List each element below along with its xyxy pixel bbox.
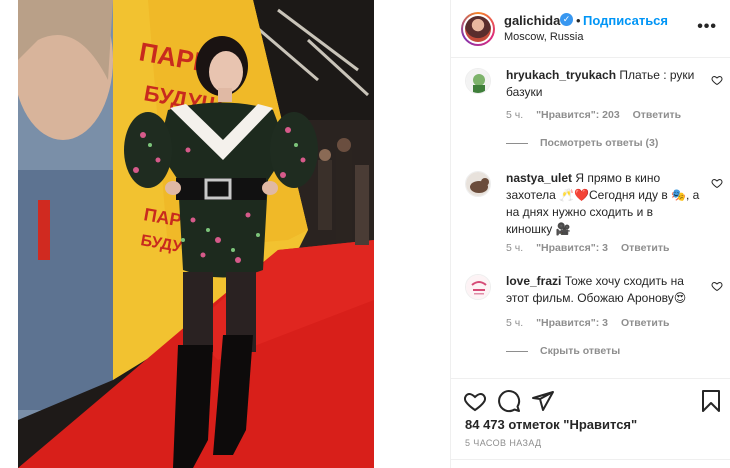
post-time[interactable]: 5 ЧАСОВ НАЗАД [465, 438, 542, 448]
comment-text: hryukach_tryukach Платье : руки базуки [506, 67, 701, 101]
comment-time: 5 ч. [506, 242, 524, 254]
separator-dot: • [576, 13, 581, 28]
comment-text: nastya_ulet Я прямо в кино захотела 🥂❤️С… [506, 170, 701, 238]
comment-username[interactable]: love_frazi [506, 274, 561, 288]
comment-like-heart-icon[interactable] [711, 74, 723, 86]
more-options-icon[interactable]: ••• [697, 18, 717, 36]
comment-avatar[interactable] [465, 68, 491, 94]
view-replies-button[interactable]: Посмотреть ответы (3) [506, 137, 658, 149]
comment-likes[interactable]: "Нравится": 203 [536, 109, 620, 121]
post-side-panel: galichida ✓ • Подписаться Moscow, Russia… [450, 0, 730, 468]
like-heart-icon[interactable] [463, 389, 487, 413]
share-send-icon[interactable] [531, 389, 555, 413]
comment-likes[interactable]: "Нравится": 3 [536, 317, 608, 329]
photo-illustration: ПАРР БУДУЩ ПАР БУДУЩ [18, 0, 374, 468]
post-media-area: ПАРР БУДУЩ ПАР БУДУЩ [0, 0, 450, 468]
comment-likes[interactable]: "Нравится": 3 [536, 242, 608, 254]
comment-reply-button[interactable]: Ответить [621, 242, 670, 254]
comment-meta: 5 ч. "Нравится": 3 Ответить [506, 242, 679, 254]
comment-avatar[interactable] [465, 171, 491, 197]
comment-reply-button[interactable]: Ответить [621, 317, 670, 329]
post-location[interactable]: Moscow, Russia [504, 31, 583, 43]
comment-bubble-icon[interactable] [497, 389, 521, 413]
post-header: galichida ✓ • Подписаться Moscow, Russia… [451, 0, 730, 58]
comment-username[interactable]: nastya_ulet [506, 171, 572, 185]
comment-meta: 5 ч. "Нравится": 3 Ответить [506, 317, 679, 329]
comment-like-heart-icon[interactable] [711, 177, 723, 189]
author-username[interactable]: galichida [504, 13, 560, 28]
divider [451, 459, 730, 460]
comments-list: hryukach_tryukach Платье : руки базуки 5… [451, 58, 730, 378]
comment-time: 5 ч. [506, 109, 524, 121]
comment-username[interactable]: hryukach_tryukach [506, 68, 616, 82]
comment-meta: 5 ч. "Нравится": 203 Ответить [506, 109, 691, 121]
comment-text: love_frazi Тоже хочу сходить на этот фил… [506, 273, 701, 307]
comment-avatar[interactable] [465, 274, 491, 300]
bookmark-save-icon[interactable] [699, 389, 723, 413]
follow-button[interactable]: Подписаться [583, 13, 668, 28]
post-actions: 84 473 отметок "Нравится" 5 ЧАСОВ НАЗАД [451, 378, 730, 468]
comment-reply-button[interactable]: Ответить [633, 109, 682, 121]
verified-badge-icon: ✓ [560, 13, 573, 26]
likes-count[interactable]: 84 473 отметок "Нравится" [465, 417, 637, 432]
post-photo[interactable]: ПАРР БУДУЩ ПАР БУДУЩ [18, 0, 374, 468]
comment-like-heart-icon[interactable] [711, 280, 723, 292]
author-avatar[interactable] [461, 12, 495, 46]
comment-time: 5 ч. [506, 317, 524, 329]
hide-replies-button[interactable]: Скрыть ответы [506, 345, 620, 357]
